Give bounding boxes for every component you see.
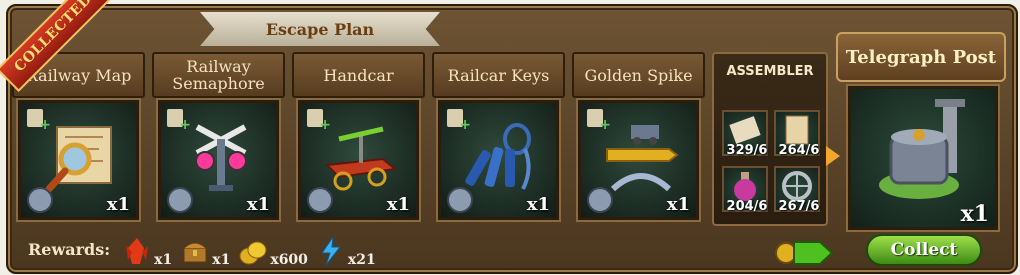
reward-item: x1: [180, 232, 231, 268]
reward-amount: x21: [347, 252, 376, 268]
reward-amount: x1: [212, 252, 231, 268]
assembler-panel: ASSEMBLER 329/6 264/6 204/6 267/6: [712, 52, 828, 226]
red-crystal-icon: [126, 238, 149, 264]
rewards-bar: Rewards: x1 x1 x600 x21: [28, 230, 376, 268]
item-quantity: x1: [246, 194, 270, 215]
reward-item: x1: [122, 232, 173, 268]
item-quantity: x1: [666, 194, 690, 215]
golden-spike-icon: [606, 125, 679, 192]
map-with-magnifier-icon: [45, 126, 112, 193]
reward-amount: x1: [154, 252, 173, 268]
friend-avatar-icon[interactable]: [447, 187, 473, 213]
add-scroll-icon[interactable]: [587, 109, 611, 133]
item-quantity: x1: [526, 194, 550, 215]
item-tile[interactable]: x1: [18, 100, 139, 220]
material-slot[interactable]: 204/6: [722, 166, 768, 214]
material-count: 264/6: [778, 143, 820, 158]
reward-amount: x600: [270, 252, 308, 268]
item-tile[interactable]: x1: [578, 100, 699, 220]
add-scroll-icon[interactable]: [167, 109, 191, 133]
item-title: Handcar: [292, 52, 425, 98]
material-slot[interactable]: 267/6: [774, 166, 820, 214]
rewards-label: Rewards:: [28, 239, 111, 259]
item-card-railcar-keys[interactable]: Railcar Keys x1: [432, 52, 565, 220]
collect-button[interactable]: Collect: [866, 234, 982, 266]
add-scroll-icon[interactable]: [307, 109, 331, 133]
friend-avatar-icon[interactable]: [307, 187, 333, 213]
reward-item: x600: [238, 232, 308, 268]
add-scroll-icon[interactable]: [27, 109, 51, 133]
item-tile[interactable]: x1: [298, 100, 419, 220]
item-card-railway-semaphore[interactable]: Railway Semaphore x1: [152, 52, 285, 220]
friend-avatar-icon[interactable]: [587, 187, 613, 213]
item-tile[interactable]: x1: [438, 100, 559, 220]
item-card-handcar[interactable]: Handcar x1: [292, 52, 425, 220]
item-quantity: x1: [386, 194, 410, 215]
result-tile[interactable]: x1: [848, 86, 998, 230]
item-title: Railway Semaphore: [152, 52, 285, 98]
quest-title-banner: Escape Plan: [200, 12, 440, 46]
item-title: Golden Spike: [572, 52, 705, 98]
craft-arrow-icon: [826, 146, 840, 166]
handcar-icon: [324, 126, 398, 191]
friend-avatar-icon[interactable]: [167, 187, 193, 213]
material-slot[interactable]: 329/6: [722, 110, 768, 158]
gold-coins-icon: [239, 241, 267, 265]
reward-item: x21: [316, 232, 376, 268]
keys-icon: [465, 123, 531, 190]
material-slot[interactable]: 264/6: [774, 110, 820, 158]
lightning-energy-icon: [320, 236, 341, 266]
next-arrow-icon[interactable]: [774, 238, 834, 268]
material-count: 329/6: [726, 143, 768, 158]
treasure-chest-icon: [183, 242, 207, 263]
result-quantity: x1: [960, 201, 989, 227]
item-quantity: x1: [106, 194, 130, 215]
assembler-label: ASSEMBLER: [726, 64, 814, 79]
item-title: Railcar Keys: [432, 52, 565, 98]
item-card-golden-spike[interactable]: Golden Spike x1: [572, 52, 705, 220]
item-tile[interactable]: x1: [158, 100, 279, 220]
result-title: Telegraph Post: [836, 32, 1006, 82]
semaphore-icon: [195, 124, 247, 191]
quest-title: Escape Plan: [265, 19, 375, 39]
material-count: 267/6: [778, 199, 820, 214]
friend-avatar-icon[interactable]: [27, 187, 53, 213]
add-scroll-icon[interactable]: [447, 109, 471, 133]
material-count: 204/6: [726, 199, 768, 214]
